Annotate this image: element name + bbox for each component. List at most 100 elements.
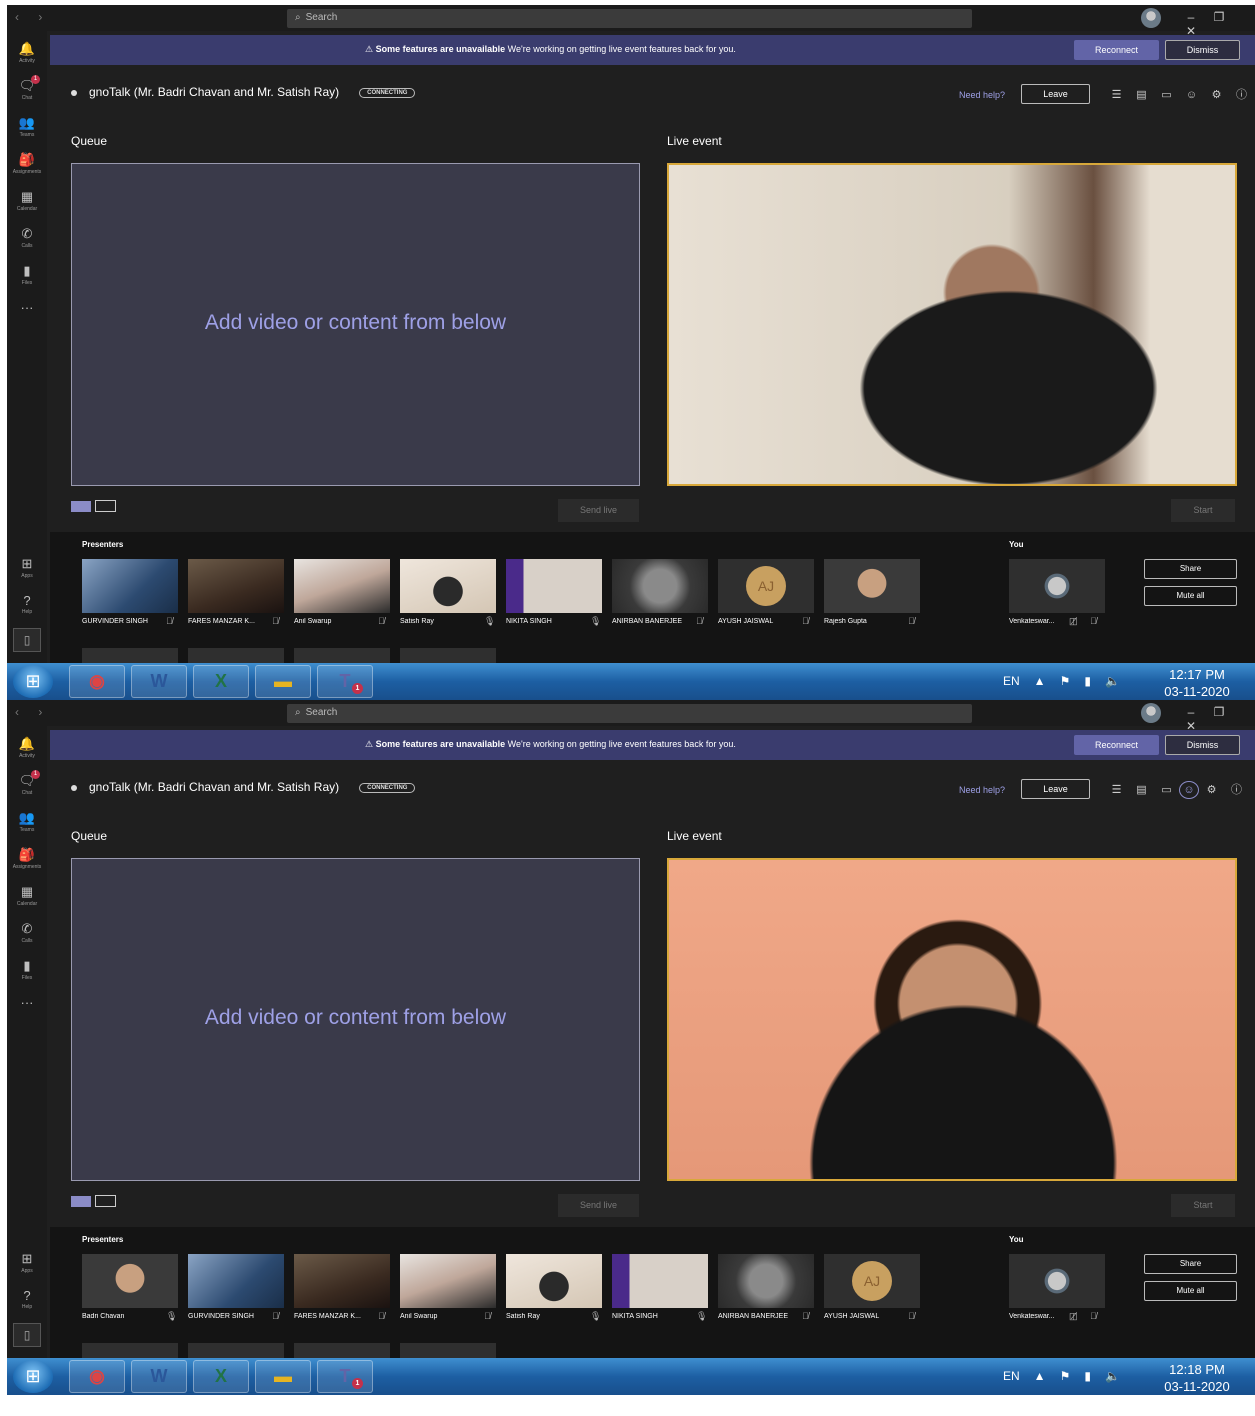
share-button[interactable]: Share: [1144, 1254, 1237, 1274]
rail-item-apps[interactable]: ⊞ Apps: [7, 1251, 47, 1274]
maximize-button[interactable]: ❐: [1205, 10, 1233, 24]
reconnect-button[interactable]: Reconnect: [1074, 735, 1159, 755]
user-avatar[interactable]: [1141, 8, 1161, 28]
reconnect-button[interactable]: Reconnect: [1074, 40, 1159, 60]
rail-item-calendar[interactable]: ▦ Calendar: [7, 884, 47, 907]
chrome-taskbar-button[interactable]: ◉: [69, 1360, 125, 1393]
queue-area[interactable]: Add video or content from below: [71, 163, 640, 486]
language-indicator[interactable]: EN: [1003, 1369, 1020, 1383]
start-button[interactable]: ⊞: [13, 1360, 53, 1393]
presenter-tile[interactable]: [188, 559, 284, 613]
mic-off-icon[interactable]: 🎙̸: [272, 1311, 279, 1321]
info-icon[interactable]: ⓘ: [1224, 781, 1249, 797]
action-center-icon[interactable]: ⚑: [1060, 674, 1071, 688]
start-button[interactable]: ⊞: [13, 665, 53, 698]
mic-off-icon[interactable]: 🎙̸: [378, 616, 385, 626]
mic-off-icon[interactable]: 🎙̸: [272, 616, 279, 626]
clock[interactable]: 12:17 PM 03-11-2020: [1157, 666, 1237, 700]
layout-single-icon[interactable]: [71, 1196, 91, 1207]
rail-item-chat[interactable]: 🗨 1 Chat: [7, 770, 47, 796]
start-button[interactable]: Start: [1171, 1194, 1235, 1217]
presenter-tile[interactable]: [612, 1254, 708, 1308]
presenter-tile[interactable]: [294, 1254, 390, 1308]
rail-item-calls[interactable]: ✆ Calls: [7, 921, 47, 944]
dismiss-button[interactable]: Dismiss: [1165, 40, 1240, 60]
word-taskbar-button[interactable]: W: [131, 665, 187, 698]
presenter-tile[interactable]: [82, 559, 178, 613]
mic-off-icon[interactable]: 🎙̸: [908, 616, 915, 626]
search-input[interactable]: ⌕ Search: [287, 704, 972, 723]
presenter-tile[interactable]: [718, 1254, 814, 1308]
mic-off-icon[interactable]: 🎙̸: [802, 1311, 809, 1321]
mute-all-button[interactable]: Mute all: [1144, 1281, 1237, 1301]
volume-icon[interactable]: 🔈: [1105, 1369, 1120, 1383]
you-tile[interactable]: [1009, 559, 1105, 613]
notes-icon[interactable]: ☰: [1104, 88, 1129, 101]
mic-off-icon[interactable]: 🎙̸: [166, 616, 173, 626]
rail-item-teams[interactable]: 👥 Teams: [7, 810, 47, 833]
participants-icon[interactable]: ☺: [1179, 781, 1199, 799]
word-taskbar-button[interactable]: W: [131, 1360, 187, 1393]
presenter-tile[interactable]: [506, 559, 602, 613]
rail-item-chat[interactable]: 🗨 1 Chat: [7, 75, 47, 101]
rail-item-apps[interactable]: ⊞ Apps: [7, 556, 47, 579]
mic-off-icon[interactable]: 🎙̸: [484, 1311, 491, 1321]
layout-split-icon[interactable]: [95, 1195, 116, 1207]
mic-off-icon[interactable]: 🎙̸: [378, 1311, 385, 1321]
qa-icon[interactable]: ▭: [1154, 88, 1179, 101]
rail-item-files[interactable]: ▮ Files: [7, 958, 47, 981]
dismiss-button[interactable]: Dismiss: [1165, 735, 1240, 755]
presenter-tile[interactable]: [506, 1254, 602, 1308]
presenter-tile[interactable]: [294, 559, 390, 613]
teams-taskbar-button[interactable]: T1: [317, 1360, 373, 1393]
notes-icon[interactable]: ☰: [1104, 783, 1129, 796]
show-hidden-icon[interactable]: ▲: [1034, 1369, 1046, 1383]
maximize-button[interactable]: ❐: [1205, 705, 1233, 719]
layout-split-icon[interactable]: [95, 500, 116, 512]
clock[interactable]: 12:18 PM 03-11-2020: [1157, 1361, 1237, 1395]
you-tile[interactable]: [1009, 1254, 1105, 1308]
rail-item-activity[interactable]: 🔔 Activity: [7, 41, 47, 64]
qa-icon[interactable]: ▭: [1154, 783, 1179, 796]
layout-single-icon[interactable]: [71, 501, 91, 512]
presenter-tile[interactable]: AJ: [824, 1254, 920, 1308]
rail-item-assignments[interactable]: 🎒 Assignments: [7, 152, 47, 175]
mic-off-icon[interactable]: 🎙̸: [1090, 616, 1097, 626]
mic-icon[interactable]: 🎙: [696, 1311, 707, 1322]
leave-button[interactable]: Leave: [1021, 84, 1090, 104]
rail-item-more[interactable]: ···: [7, 300, 47, 316]
mic-icon[interactable]: 🎙: [590, 616, 601, 627]
queue-area[interactable]: Add video or content from below: [71, 858, 640, 1181]
need-help-link[interactable]: Need help?: [959, 785, 1005, 795]
share-button[interactable]: Share: [1144, 559, 1237, 579]
mic-icon[interactable]: 🎙: [484, 616, 495, 627]
need-help-link[interactable]: Need help?: [959, 90, 1005, 100]
presenter-tile[interactable]: [612, 559, 708, 613]
rail-item-calls[interactable]: ✆ Calls: [7, 226, 47, 249]
explorer-taskbar-button[interactable]: ▬: [255, 1360, 311, 1393]
teams-taskbar-button[interactable]: T1: [317, 665, 373, 698]
rail-item-teams[interactable]: 👥 Teams: [7, 115, 47, 138]
mic-off-icon[interactable]: 🎙̸: [696, 616, 703, 626]
camera-off-icon[interactable]: ◫̸: [1069, 616, 1078, 627]
rail-item-calendar[interactable]: ▦ Calendar: [7, 189, 47, 212]
rail-item-help[interactable]: ? Help: [7, 593, 47, 615]
camera-off-icon[interactable]: ◫̸: [1069, 1311, 1078, 1322]
rail-item-more[interactable]: ···: [7, 995, 47, 1011]
chat-panel-icon[interactable]: ▤: [1129, 88, 1154, 101]
presenter-tile[interactable]: [400, 559, 496, 613]
language-indicator[interactable]: EN: [1003, 674, 1020, 688]
excel-taskbar-button[interactable]: X: [193, 1360, 249, 1393]
search-input[interactable]: ⌕ Search: [287, 9, 972, 28]
explorer-taskbar-button[interactable]: ▬: [255, 665, 311, 698]
device-button[interactable]: ▯: [13, 1323, 41, 1347]
mic-off-icon[interactable]: 🎙̸: [1090, 1311, 1097, 1321]
device-button[interactable]: ▯: [13, 628, 41, 652]
rail-item-assignments[interactable]: 🎒 Assignments: [7, 847, 47, 870]
chrome-taskbar-button[interactable]: ◉: [69, 665, 125, 698]
presenter-tile[interactable]: AJ: [718, 559, 814, 613]
user-avatar[interactable]: [1141, 703, 1161, 723]
settings-icon[interactable]: ⚙: [1204, 88, 1229, 101]
chat-panel-icon[interactable]: ▤: [1129, 783, 1154, 796]
action-center-icon[interactable]: ⚑: [1060, 1369, 1071, 1383]
